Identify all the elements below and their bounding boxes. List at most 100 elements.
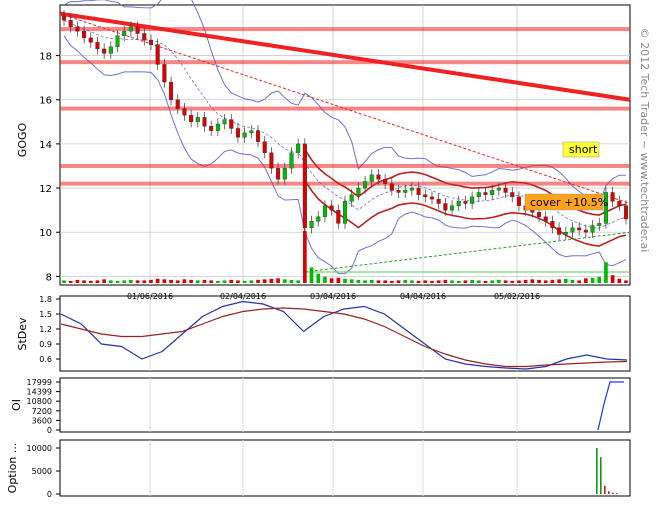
candle-body	[202, 117, 207, 127]
oi-panel-frame	[59, 377, 631, 433]
candle-body	[142, 33, 147, 41]
candle-body	[182, 108, 187, 116]
volume-bar	[102, 279, 106, 283]
candle-body	[162, 64, 167, 83]
price-tick-label: 14	[39, 140, 52, 151]
volume-bar	[142, 280, 147, 283]
volume-bar	[450, 280, 454, 283]
stock-chart: 8 10 12 14 16 18 01/06/2016 02/04/2016 03/04/201…	[6, 0, 651, 499]
short-annotation: short	[569, 143, 598, 156]
volume-bar	[135, 280, 140, 283]
volume-bar	[610, 275, 615, 283]
volume-bar	[463, 280, 468, 283]
volume-bar	[256, 279, 260, 283]
candle-body	[543, 216, 548, 222]
candle-body	[215, 123, 220, 131]
volume-bar	[175, 280, 180, 283]
candle-body	[577, 227, 582, 231]
volume-bar	[343, 278, 347, 283]
candle-body	[296, 143, 301, 153]
volume-bar	[490, 280, 495, 283]
price-axis-title: GOGO	[16, 122, 29, 157]
volume-bar	[236, 280, 240, 283]
volume-bar	[162, 279, 167, 283]
volume-bar	[289, 279, 294, 283]
candle-body	[516, 196, 521, 206]
options-tick-label: 5000	[32, 467, 52, 476]
resistance-zone	[60, 163, 630, 168]
options-axis-title: Option ...	[6, 443, 19, 494]
candle-body	[249, 130, 254, 134]
volume-bar	[563, 278, 568, 283]
volume-bar	[497, 279, 501, 283]
candle-body	[570, 227, 575, 233]
candle-body	[610, 192, 615, 202]
volume-bar	[95, 280, 100, 283]
candle-body	[122, 31, 127, 36]
oi-tick-label: 7200	[32, 407, 52, 416]
candle-body	[376, 174, 381, 180]
oi-axis-title: OI	[10, 399, 23, 411]
volume-bar	[169, 279, 173, 283]
candle-body	[463, 201, 468, 204]
candle-body	[336, 209, 341, 224]
candle-body	[262, 141, 267, 153]
candle-body	[282, 167, 287, 180]
volume-bar	[88, 280, 93, 283]
volume-bar	[309, 267, 314, 283]
volume-bar	[403, 279, 408, 283]
candle-body	[436, 198, 441, 204]
candle-body	[128, 26, 133, 32]
candle-body	[195, 117, 200, 123]
volume-bar	[282, 279, 287, 283]
candle-body	[302, 143, 307, 228]
options-tick-label: 0	[47, 490, 52, 499]
date-tick-label: 03/04/2016	[310, 292, 356, 301]
candle-body	[403, 190, 408, 193]
volume-bar	[363, 280, 367, 283]
candle-body	[95, 42, 100, 50]
volume-bar	[430, 280, 434, 283]
candle-body	[409, 187, 414, 191]
volume-bar	[550, 279, 555, 283]
candle-body	[503, 187, 508, 193]
volume-bar	[577, 280, 581, 283]
candle-body	[396, 190, 401, 193]
stdev-tick-label: 1.2	[39, 325, 52, 334]
candle-body	[189, 114, 194, 123]
volume-bar	[436, 280, 441, 283]
candle-body	[456, 201, 461, 206]
price-tick-label: 12	[39, 184, 52, 195]
oi-tick-label: 17999	[27, 378, 52, 387]
volume-bar	[62, 280, 66, 283]
volume-bar	[356, 279, 361, 283]
candle-body	[175, 99, 180, 109]
volume-bar	[617, 278, 622, 283]
volume-bar	[376, 280, 381, 283]
candle-body	[222, 119, 227, 125]
candle-body	[476, 192, 481, 198]
volume-bar	[262, 279, 267, 283]
candle-body	[550, 220, 555, 228]
candle-body	[309, 220, 314, 228]
candle-body	[82, 31, 87, 39]
volume-bar	[336, 277, 341, 283]
volume-bar	[296, 280, 300, 283]
volume-bar	[75, 279, 80, 283]
volume-bar	[323, 276, 327, 283]
candle-body	[583, 229, 588, 233]
stdev-tick-label: 1.5	[39, 310, 52, 319]
volume-bar	[209, 280, 214, 283]
volume-bar	[476, 280, 481, 283]
candle-body	[316, 216, 321, 222]
volume-bar	[276, 278, 280, 283]
volume-bar	[82, 280, 86, 283]
option-bar	[604, 485, 606, 494]
candle-body	[617, 201, 622, 206]
candle-body	[75, 26, 80, 32]
volume-bar	[523, 279, 528, 283]
volume-bar	[269, 278, 274, 283]
volume-bar	[329, 278, 334, 283]
volume-bar	[423, 280, 428, 283]
candle-body	[349, 194, 354, 202]
